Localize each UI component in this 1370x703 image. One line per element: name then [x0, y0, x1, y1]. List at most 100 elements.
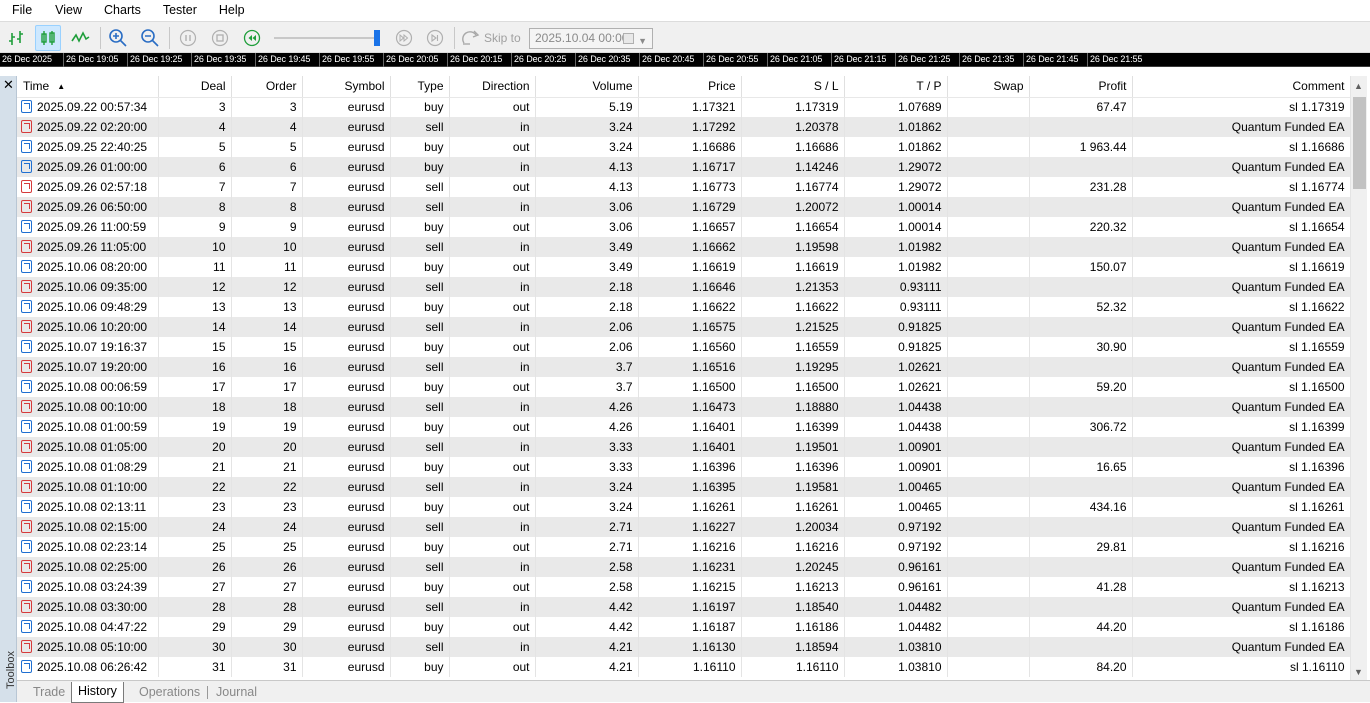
- table-row[interactable]: 2025.09.25 22:40:25 5 5 eurusd buy out 3.24 1.1…: [17, 137, 1350, 157]
- table-row[interactable]: 2025.10.07 19:20:00 16 16 eurusd sell in 3.7 1.…: [17, 357, 1350, 377]
- table-row[interactable]: 2025.10.08 01:08:29 21 21 eurusd buy out 3.33 1…: [17, 457, 1350, 477]
- vertical-scrollbar[interactable]: ▲ ▼: [1350, 76, 1367, 680]
- cell-tp: 1.04438: [844, 417, 948, 437]
- cell-type: sell: [390, 177, 450, 197]
- table-row[interactable]: 2025.10.08 02:23:14 25 25 eurusd buy out 2.71 1…: [17, 537, 1350, 557]
- table-row[interactable]: 2025.09.26 01:00:00 6 6 eurusd buy in 4.13 1.16…: [17, 157, 1350, 177]
- deal-time: 2025.10.06 08:20:00: [37, 260, 148, 274]
- menu-tester[interactable]: Tester: [149, 0, 205, 21]
- cell-order: 22: [231, 477, 303, 497]
- cell-order: 13: [231, 297, 303, 317]
- column-header-type[interactable]: Type: [390, 76, 450, 98]
- column-header-swap[interactable]: Swap: [947, 76, 1030, 98]
- skip-to-icon: [462, 30, 480, 45]
- line-chart-button[interactable]: [67, 25, 93, 51]
- cell-order: 26: [231, 557, 303, 577]
- table-row[interactable]: 2025.10.08 05:10:00 30 30 eurusd sell in 4.21 1…: [17, 637, 1350, 657]
- column-header-volume[interactable]: Volume: [535, 76, 639, 98]
- table-row[interactable]: 2025.09.22 00:57:34 3 3 eurusd buy out 5.19 1.1…: [17, 97, 1350, 117]
- tab-journal[interactable]: Journal: [210, 683, 263, 703]
- table-row[interactable]: 2025.10.08 01:10:00 22 22 eurusd sell in 3.24 1…: [17, 477, 1350, 497]
- calendar-icon[interactable]: [623, 33, 634, 44]
- skip-end-button[interactable]: [422, 25, 448, 51]
- cell-profit: [1029, 357, 1133, 377]
- cell-sl: 1.16396: [741, 457, 845, 477]
- column-header-symbol[interactable]: Symbol: [302, 76, 391, 98]
- cell-swap: [947, 577, 1030, 597]
- cell-swap: [947, 497, 1030, 517]
- speed-slider-thumb[interactable]: [374, 30, 380, 46]
- table-row[interactable]: 2025.09.26 02:57:18 7 7 eurusd sell out 4.13 1.…: [17, 177, 1350, 197]
- stop-button[interactable]: [207, 25, 233, 51]
- cell-price: 1.16187: [638, 617, 742, 637]
- zoom-out-button[interactable]: [137, 25, 163, 51]
- table-row[interactable]: 2025.09.26 06:50:00 8 8 eurusd sell in 3.06 1.1…: [17, 197, 1350, 217]
- table-row[interactable]: 2025.10.08 06:26:42 31 31 eurusd buy out 4.21 1…: [17, 657, 1350, 677]
- table-row[interactable]: 2025.10.06 10:20:00 14 14 eurusd sell in 2.06 1…: [17, 317, 1350, 337]
- table-row[interactable]: 2025.10.08 01:00:59 19 19 eurusd buy out 4.26 1…: [17, 417, 1350, 437]
- cell-type: sell: [390, 237, 450, 257]
- table-row[interactable]: 2025.10.08 03:24:39 27 27 eurusd buy out 2.58 1…: [17, 577, 1350, 597]
- cell-symbol: eurusd: [302, 557, 391, 577]
- candlestick-button[interactable]: [35, 25, 61, 51]
- table-row[interactable]: 2025.10.08 04:47:22 29 29 eurusd buy out 4.42 1…: [17, 617, 1350, 637]
- tab-trade[interactable]: Trade: [27, 683, 71, 703]
- column-header-deal[interactable]: Deal: [158, 76, 232, 98]
- table-row[interactable]: 2025.10.08 00:06:59 17 17 eurusd buy out 3.7 1.…: [17, 377, 1350, 397]
- menu-view[interactable]: View: [40, 0, 90, 21]
- cell-profit: 306.72: [1029, 417, 1133, 437]
- column-header-comment[interactable]: Comment: [1132, 76, 1350, 98]
- rewind-button[interactable]: [239, 25, 265, 51]
- skip-to-date-picker[interactable]: 2025.10.04 00:00 ▼: [529, 28, 653, 49]
- cell-swap: [947, 157, 1030, 177]
- cell-profit: 220.32: [1029, 217, 1133, 237]
- column-header-time[interactable]: Time ▲: [17, 76, 159, 98]
- cell-comment: sl 1.16261: [1132, 497, 1350, 517]
- cell-type: sell: [390, 597, 450, 617]
- table-row[interactable]: 2025.10.08 03:30:00 28 28 eurusd sell in 4.42 1…: [17, 597, 1350, 617]
- scroll-down-icon[interactable]: ▼: [1354, 667, 1363, 677]
- cell-tp: 1.04482: [844, 617, 948, 637]
- menu-file[interactable]: File: [4, 0, 40, 21]
- table-row[interactable]: 2025.09.26 11:05:00 10 10 eurusd sell in 3.49 1…: [17, 237, 1350, 257]
- cell-profit: 434.16: [1029, 497, 1133, 517]
- table-row[interactable]: 2025.10.08 02:15:00 24 24 eurusd sell in 2.71 1…: [17, 517, 1350, 537]
- table-row[interactable]: 2025.10.08 01:05:00 20 20 eurusd sell in 3.33 1…: [17, 437, 1350, 457]
- time-scale-label: 26 Dec 20:25: [514, 54, 567, 64]
- cell-tp: 1.02621: [844, 357, 948, 377]
- cell-order: 31: [231, 657, 303, 677]
- table-row[interactable]: 2025.10.08 02:25:00 26 26 eurusd sell in 2.58 1…: [17, 557, 1350, 577]
- scrollbar-thumb[interactable]: [1353, 97, 1366, 189]
- table-row[interactable]: 2025.10.08 02:13:11 23 23 eurusd buy out 3.24 1…: [17, 497, 1350, 517]
- table-row[interactable]: 2025.10.06 09:48:29 13 13 eurusd buy out 2.18 1…: [17, 297, 1350, 317]
- cell-type: buy: [390, 137, 450, 157]
- cell-comment: Quantum Funded EA: [1132, 357, 1350, 377]
- table-row[interactable]: 2025.09.26 11:00:59 9 9 eurusd buy out 3.06 1.1…: [17, 217, 1350, 237]
- column-header-price[interactable]: Price: [638, 76, 742, 98]
- bar-chart-button[interactable]: [4, 25, 30, 51]
- scroll-up-icon[interactable]: ▲: [1354, 81, 1363, 91]
- pause-button[interactable]: [175, 25, 201, 51]
- column-header-tp[interactable]: T / P: [844, 76, 948, 98]
- column-header-direction[interactable]: Direction: [449, 76, 536, 98]
- menu-help[interactable]: Help: [205, 0, 253, 21]
- table-row[interactable]: 2025.10.07 19:16:37 15 15 eurusd buy out 2.06 1…: [17, 337, 1350, 357]
- fast-forward-button[interactable]: [391, 25, 417, 51]
- cell-volume: 4.21: [535, 637, 639, 657]
- column-header-sl[interactable]: S / L: [741, 76, 845, 98]
- table-row[interactable]: 2025.10.08 00:10:00 18 18 eurusd sell in 4.26 1…: [17, 397, 1350, 417]
- table-row[interactable]: 2025.10.06 09:35:00 12 12 eurusd sell in 2.18 1…: [17, 277, 1350, 297]
- table-row[interactable]: 2025.09.22 02:20:00 4 4 eurusd sell in 3.24 1.1…: [17, 117, 1350, 137]
- chevron-down-icon[interactable]: ▼: [638, 32, 647, 51]
- column-header-profit[interactable]: Profit: [1029, 76, 1133, 98]
- column-header-order[interactable]: Order: [231, 76, 303, 98]
- cell-volume: 2.06: [535, 317, 639, 337]
- speed-slider-track[interactable]: [274, 37, 378, 39]
- tab-operations[interactable]: Operations: [133, 683, 206, 703]
- close-icon[interactable]: ✕: [3, 78, 14, 91]
- menu-charts[interactable]: Charts: [90, 0, 149, 21]
- table-row[interactable]: 2025.10.06 08:20:00 11 11 eurusd buy out 3.49 1…: [17, 257, 1350, 277]
- zoom-in-button[interactable]: [105, 25, 131, 51]
- tab-history[interactable]: History: [71, 682, 124, 703]
- skip-to-button[interactable]: [459, 25, 483, 51]
